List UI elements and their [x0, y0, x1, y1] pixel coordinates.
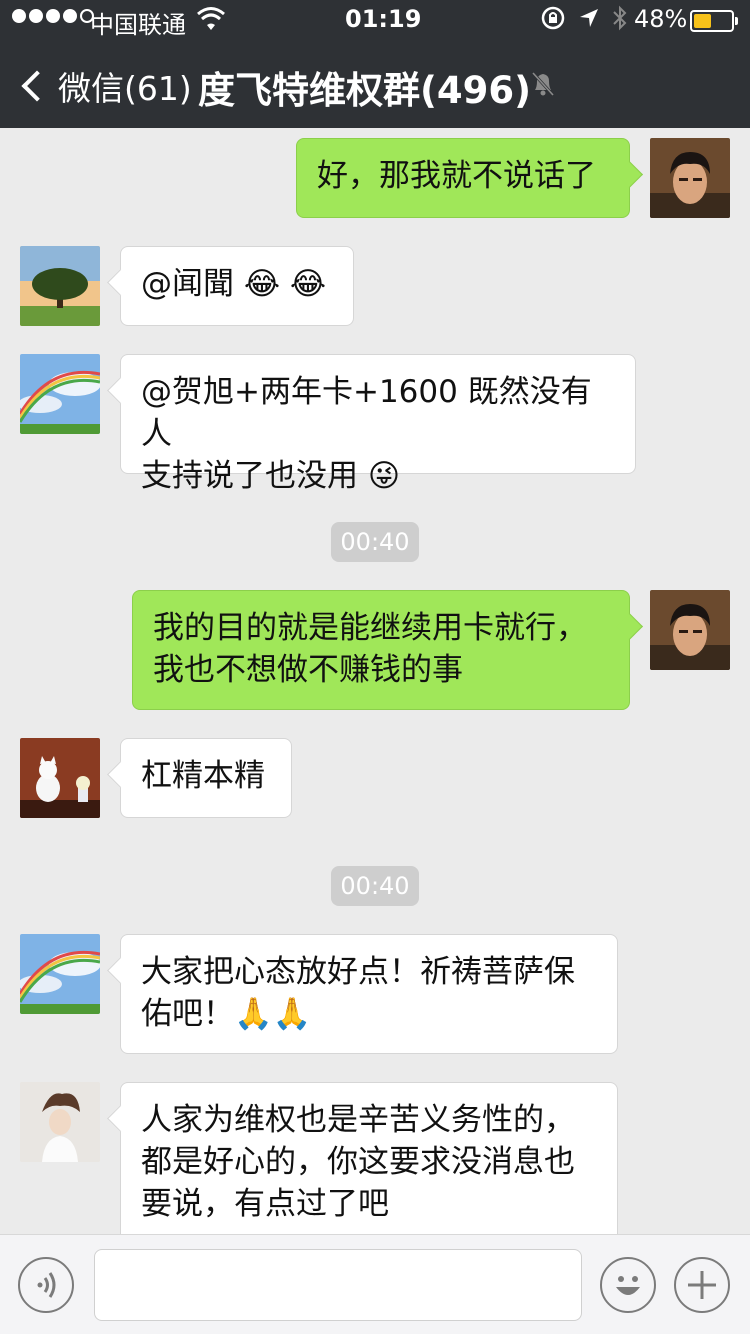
message-bubble-incoming[interactable]: @贺旭+两年卡+1600 既然没有人 支持说了也没用 😜	[120, 354, 636, 494]
mute-notifications-icon	[530, 70, 556, 102]
top-bar: 中国联通 01:19 48% 微信(61) 度飞特维权群(496)	[0, 0, 750, 128]
navigation-bar: 微信(61) 度飞特维权群(496)	[0, 40, 750, 128]
chat-area[interactable]: 好，那我就不说话了 @闻聞 😂 😂 @贺旭+两年卡+1600 既然没有人 支持说…	[0, 128, 750, 1234]
avatar[interactable]	[20, 246, 100, 326]
input-toolbar	[0, 1234, 750, 1334]
carrier-name: 中国联通	[90, 11, 186, 39]
battery-icon	[690, 10, 738, 32]
back-button-label: 微信(61)	[58, 69, 192, 108]
avatar[interactable]	[20, 934, 100, 1014]
message-bubble-outgoing[interactable]: 我的目的就是能继续用卡就行， 我也不想做不赚钱的事	[132, 590, 630, 710]
message-bubble-outgoing[interactable]: 好，那我就不说话了	[296, 138, 630, 218]
avatar[interactable]	[650, 590, 730, 670]
avatar[interactable]	[650, 138, 730, 218]
timestamp-chip: 00:40	[331, 522, 419, 562]
message-bubble-incoming[interactable]: @闻聞 😂 😂	[120, 246, 354, 326]
message-bubble-incoming[interactable]: 人家为维权也是辛苦义务性的， 都是好心的，你这要求没消息也 要说，有点过了吧	[120, 1082, 618, 1234]
avatar[interactable]	[20, 738, 100, 818]
back-button[interactable]: 微信(61)	[18, 62, 192, 110]
avatar[interactable]	[20, 354, 100, 434]
bluetooth-icon	[612, 5, 628, 37]
smiley-icon	[616, 1276, 640, 1295]
emoji-button[interactable]	[600, 1257, 656, 1313]
plus-icon	[688, 1271, 716, 1299]
orientation-lock-icon	[540, 5, 566, 37]
message-bubble-incoming[interactable]: 杠精本精	[120, 738, 292, 818]
chevron-left-icon	[21, 70, 53, 102]
message-bubble-incoming[interactable]: 大家把心态放好点！祈祷菩萨保 佑吧！🙏🙏	[120, 934, 618, 1054]
battery-percent: 48%	[634, 5, 688, 33]
timestamp-chip: 00:40	[331, 866, 419, 906]
wifi-icon	[196, 6, 226, 38]
avatar[interactable]	[20, 1082, 100, 1162]
message-input[interactable]	[94, 1249, 582, 1321]
status-bar: 中国联通 01:19 48%	[0, 0, 750, 40]
signal-strength-icon	[12, 9, 94, 23]
clock: 01:19	[345, 5, 422, 33]
more-options-button[interactable]	[674, 1257, 730, 1313]
location-icon	[578, 7, 600, 35]
voice-input-button[interactable]	[18, 1257, 74, 1313]
chat-title: 度飞特维权群(496)	[198, 69, 532, 112]
voice-icon	[37, 1272, 56, 1298]
